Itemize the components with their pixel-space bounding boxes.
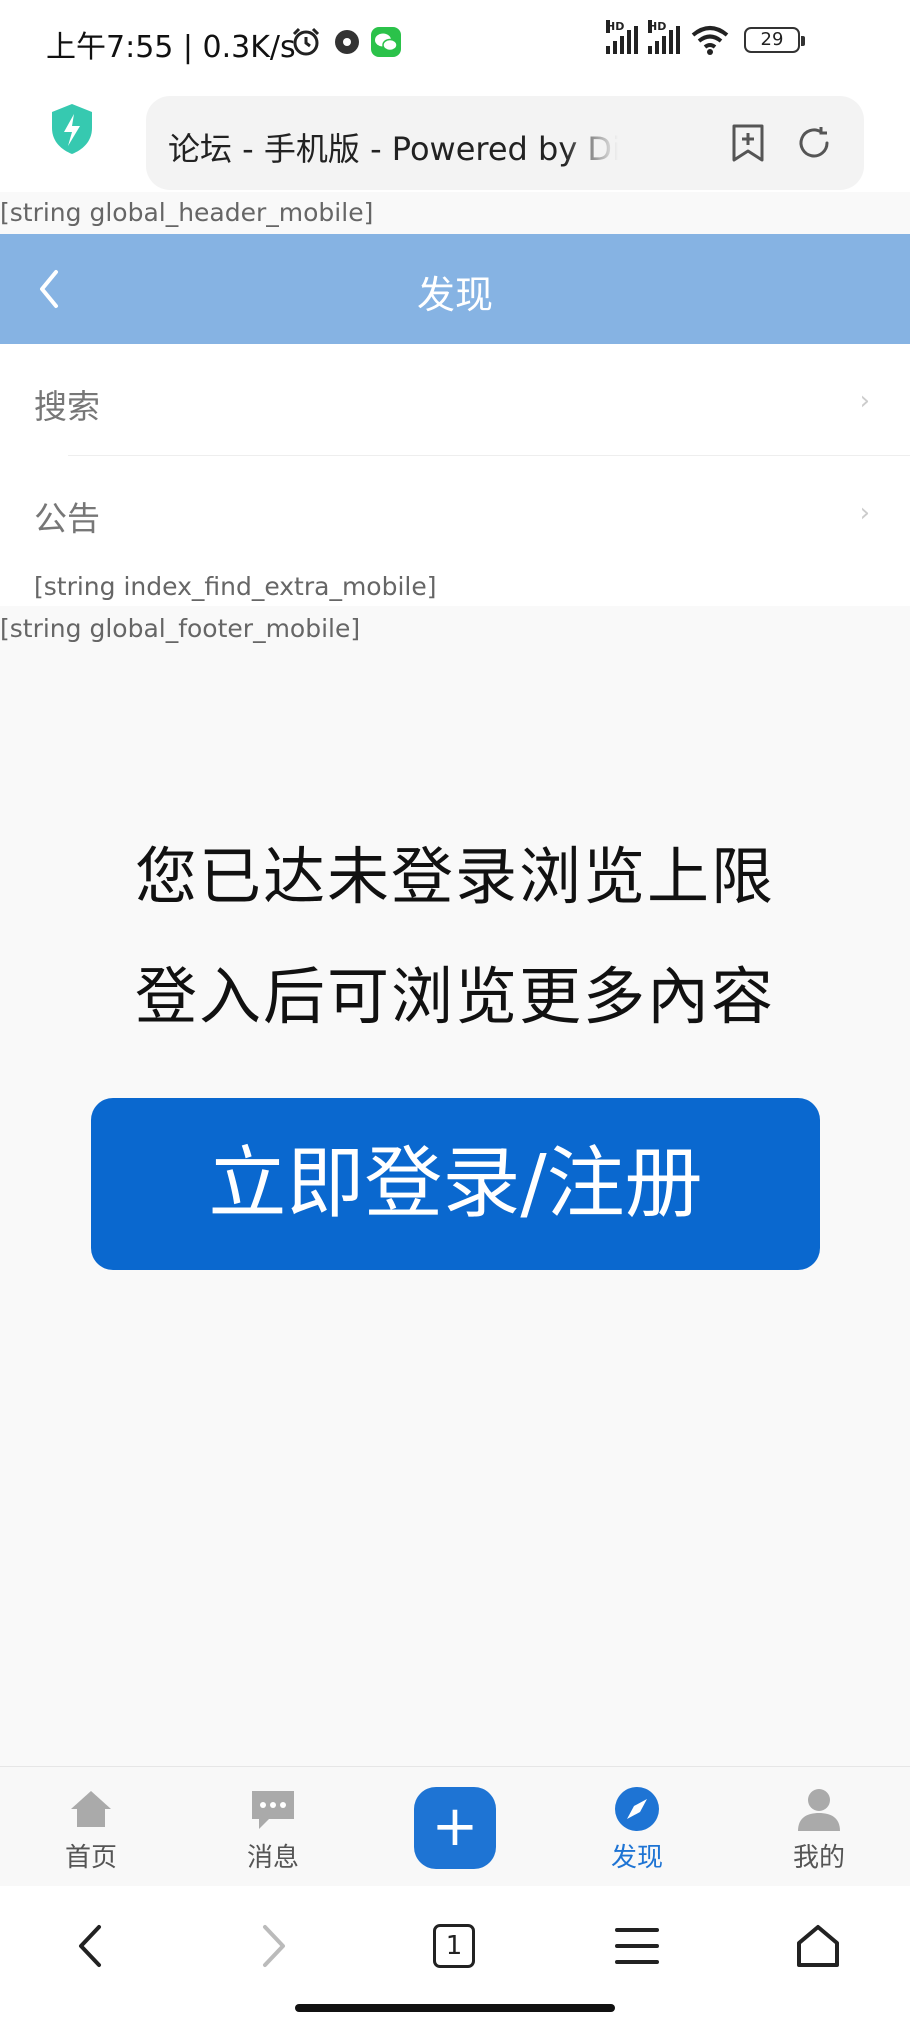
content-panel: 搜索 › 公告 › [string index_find_extra_mobil… xyxy=(0,344,910,606)
tab-label: 发现 xyxy=(610,1843,663,1873)
tab-label: 首页 xyxy=(64,1843,117,1873)
address-bar[interactable]: 论坛 - 手机版 - Powered by Discuz! xyxy=(146,96,864,190)
browser-navigation: 1 xyxy=(0,1886,910,2023)
list-item-label: 公告 xyxy=(34,499,100,538)
refresh-icon[interactable] xyxy=(794,122,834,164)
record-icon xyxy=(335,30,359,54)
notice-line-1: 您已达未登录浏览上限 xyxy=(134,840,775,913)
chevron-right-icon: › xyxy=(859,498,870,528)
shield-icon[interactable] xyxy=(48,102,96,156)
browser-bar: 论坛 - 手机版 - Powered by Discuz! xyxy=(0,80,910,192)
add-post-button[interactable]: + xyxy=(414,1787,496,1869)
home-indicator xyxy=(295,2004,615,2012)
url-text[interactable]: 论坛 - 手机版 - Powered by Discuz! xyxy=(168,124,618,170)
page-header: 发现 xyxy=(0,234,910,344)
tab-messages[interactable]: 消息 xyxy=(213,1785,333,1874)
back-nav-icon[interactable] xyxy=(60,1916,120,1976)
tab-count: 1 xyxy=(433,1924,475,1968)
list-item-search[interactable]: 搜索 › xyxy=(34,344,910,456)
tab-label: 我的 xyxy=(792,1843,845,1873)
list-item-label: 搜索 xyxy=(34,387,100,426)
status-icons: HD HD 29 xyxy=(606,20,805,55)
page-title: 发现 xyxy=(416,273,493,317)
message-icon xyxy=(252,1791,294,1829)
chevron-right-icon: › xyxy=(859,386,870,416)
battery-icon: 29 xyxy=(744,27,805,53)
home-icon xyxy=(71,1791,111,1827)
forward-nav-icon[interactable] xyxy=(244,1916,304,1976)
extra-string: [string index_find_extra_mobile] xyxy=(34,572,437,601)
signal-icon: HD xyxy=(648,20,680,54)
home-nav-icon[interactable] xyxy=(788,1916,848,1976)
menu-icon[interactable] xyxy=(607,1916,667,1976)
compass-icon xyxy=(615,1787,659,1831)
signal-icon: HD xyxy=(606,20,638,54)
page: 上午7:55 | 0.3K/s HD HD 29 论坛 - 手机版 - Powe… xyxy=(0,0,910,2023)
notice-line-2: 登入后可浏览更多內容 xyxy=(134,960,775,1033)
user-icon xyxy=(798,1789,840,1831)
wifi-icon xyxy=(691,26,729,55)
status-time-speed: 上午7:55 | 0.3K/s xyxy=(46,30,296,65)
status-bar: 上午7:55 | 0.3K/s HD HD 29 xyxy=(0,0,910,80)
tabs-icon[interactable]: 1 xyxy=(424,1916,484,1976)
footer-string: [string global_footer_mobile] xyxy=(0,614,361,643)
tab-label: 消息 xyxy=(246,1843,299,1873)
bookmark-add-icon[interactable] xyxy=(728,122,768,164)
tab-discover[interactable]: 发现 xyxy=(577,1785,697,1874)
alarm-icon xyxy=(292,27,320,56)
tab-profile[interactable]: 我的 xyxy=(759,1785,879,1874)
bottom-tab-bar: 首页 消息 + 发现 我的 xyxy=(0,1766,910,1886)
header-string: [string global_header_mobile] xyxy=(0,198,374,227)
list-item-announcement[interactable]: 公告 › xyxy=(34,456,880,568)
wechat-icon xyxy=(371,27,401,57)
login-register-button[interactable]: 立即登录/注册 xyxy=(91,1098,820,1270)
tab-home[interactable]: 首页 xyxy=(31,1785,151,1874)
